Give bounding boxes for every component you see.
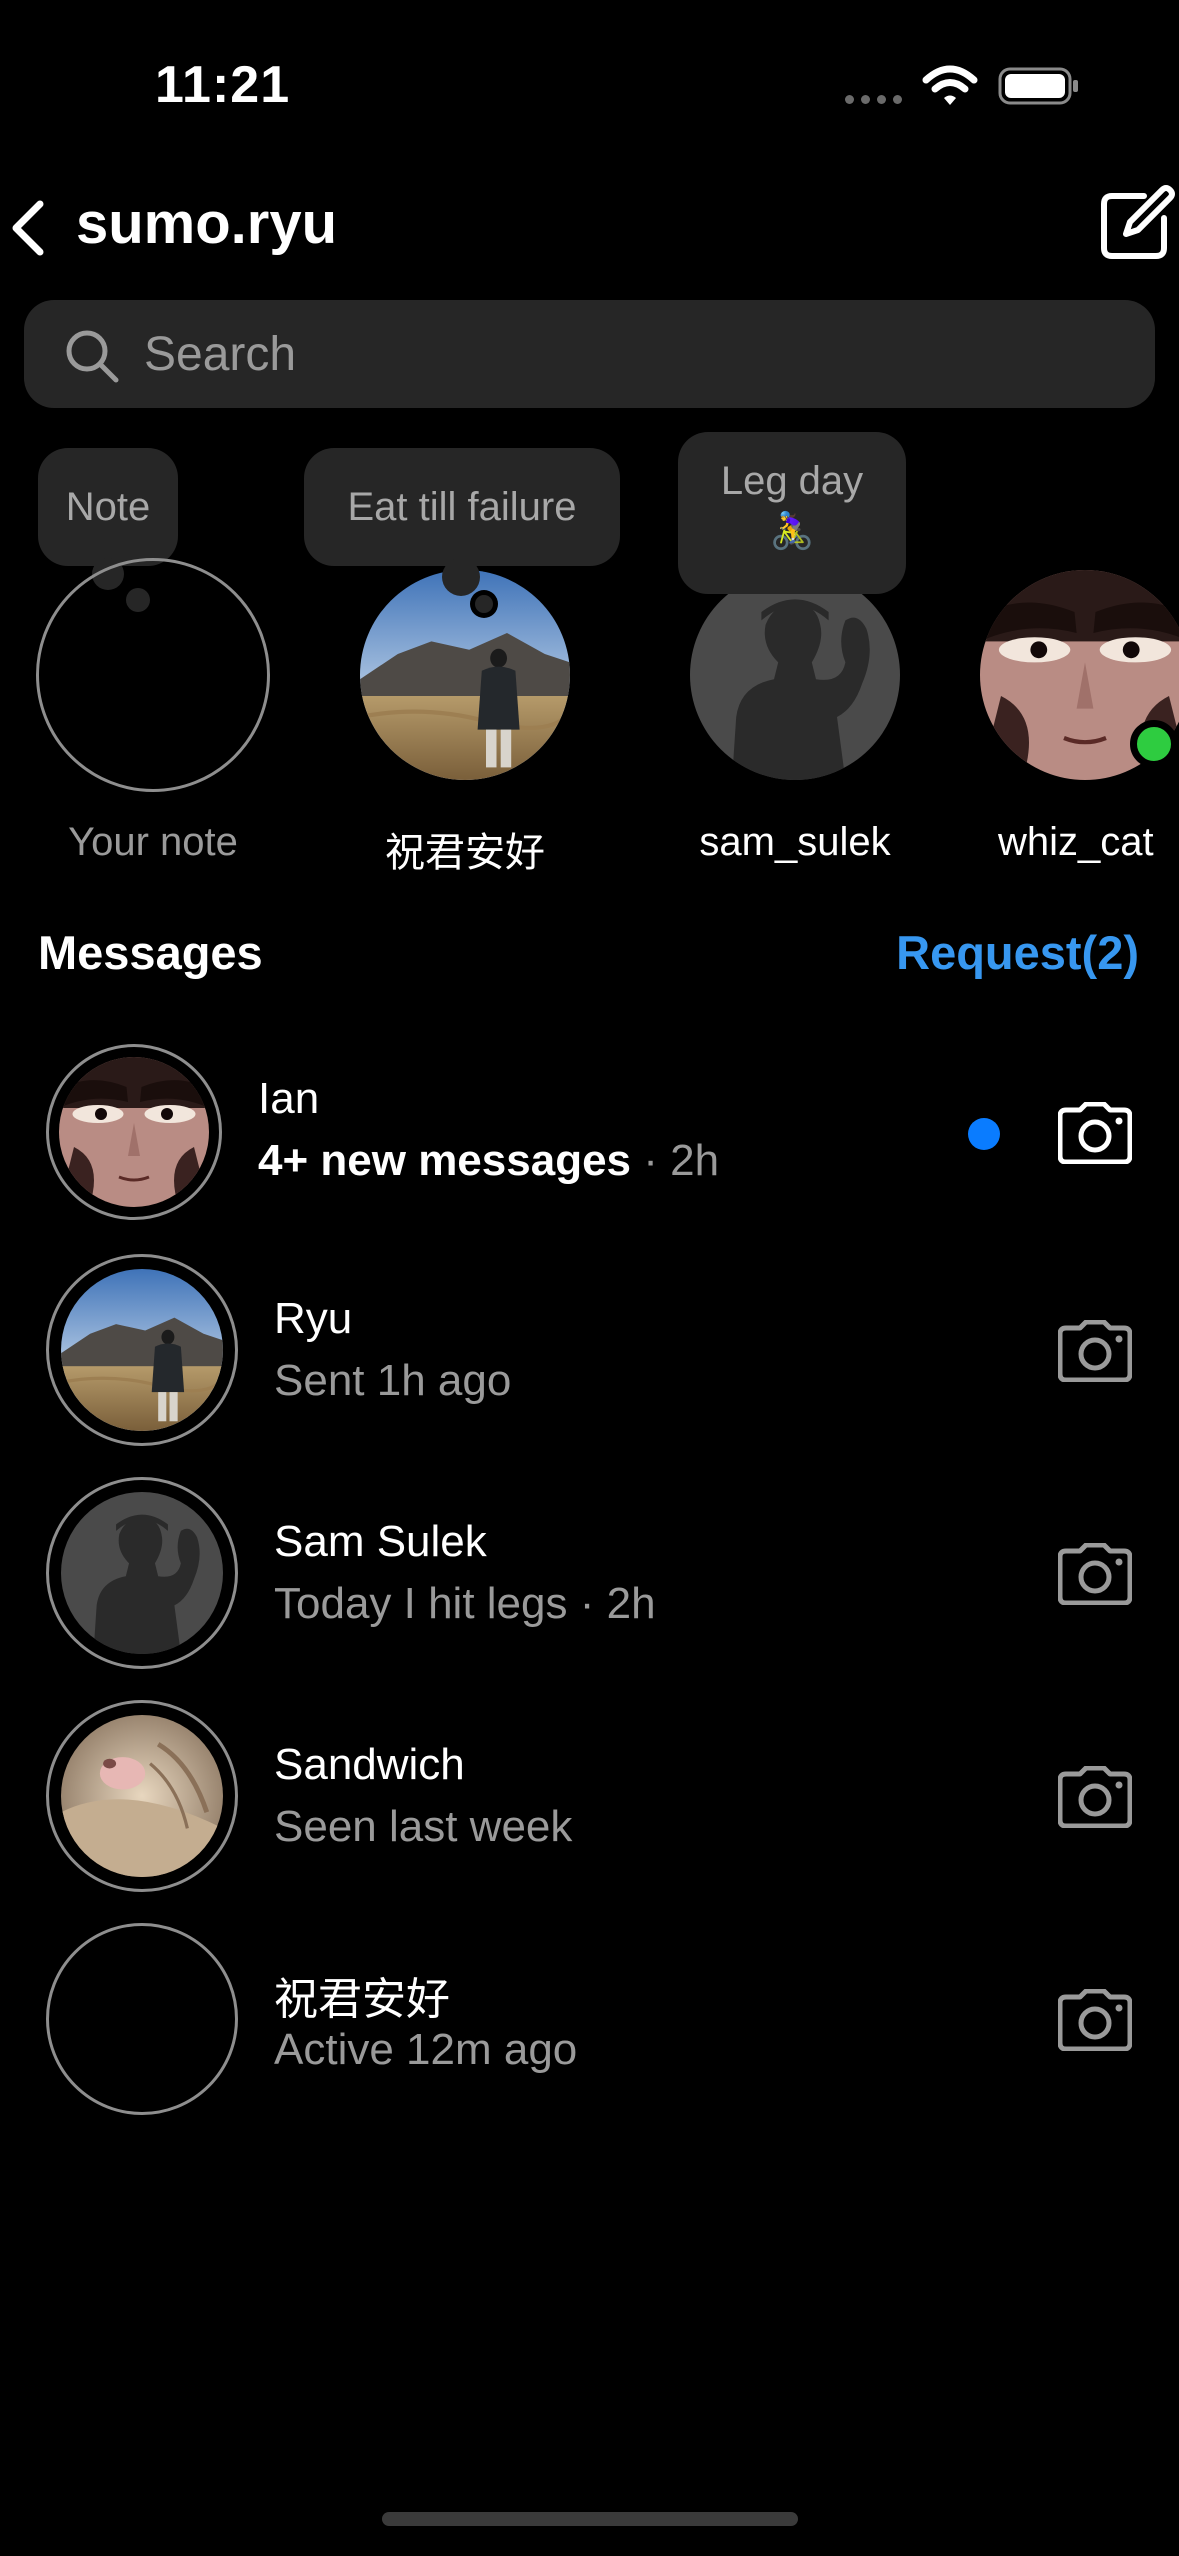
thread-row[interactable]: 祝君安好 Active 12m ago bbox=[0, 1913, 1179, 2135]
note-user-1[interactable]: Eat till failure 祝君安好 bbox=[300, 430, 630, 880]
thread-subtitle-text: Seen last week bbox=[274, 1802, 573, 1851]
thread-time: 2h bbox=[670, 1136, 720, 1185]
home-indicator bbox=[382, 2512, 798, 2526]
avatar-ring bbox=[46, 1923, 238, 2115]
note-your-note[interactable]: Note Your note bbox=[0, 430, 300, 880]
thread-subtitle: Today I hit legs · 2h bbox=[274, 1579, 656, 1628]
header: sumo.ryu bbox=[0, 170, 1179, 290]
thread-name: Sam Sulek bbox=[274, 1517, 487, 1566]
thread-subtitle: 4+ new messages · 2h bbox=[258, 1136, 720, 1185]
thread-name: Sandwich bbox=[274, 1740, 465, 1789]
thread-row[interactable]: Ryu Sent 1h ago bbox=[0, 1244, 1179, 1466]
search-input[interactable] bbox=[144, 320, 1044, 388]
note-bubble-text: Eat till failure bbox=[347, 485, 577, 529]
cellular-signal-icon bbox=[845, 95, 905, 105]
search-icon bbox=[66, 330, 119, 383]
search-bar[interactable] bbox=[24, 300, 1155, 408]
avatar-ring bbox=[46, 1044, 222, 1220]
thread-name: 祝君安好 bbox=[274, 1975, 450, 2024]
note-label: 祝君安好 bbox=[385, 831, 545, 875]
camera-icon[interactable] bbox=[1058, 1766, 1132, 1828]
note-user-2[interactable]: Leg day 🚴‍♀️ sam_sulek bbox=[640, 430, 950, 880]
thread-time: 2h bbox=[606, 1579, 656, 1628]
avatar bbox=[61, 1492, 223, 1654]
thread-subtitle: Seen last week bbox=[274, 1802, 572, 1852]
avatar-ring bbox=[46, 1477, 238, 1669]
thread-subtitle-text: Active 12m ago bbox=[274, 2025, 578, 2074]
compose-icon[interactable] bbox=[1098, 182, 1176, 262]
note-user-3[interactable]: whiz_cat bbox=[960, 430, 1179, 880]
avatar bbox=[59, 1057, 209, 1207]
note-label: sam_sulek bbox=[699, 820, 891, 864]
camera-icon[interactable] bbox=[1058, 1543, 1132, 1605]
requests-link[interactable]: Request(2) bbox=[896, 925, 1139, 980]
avatar-ring bbox=[46, 1700, 238, 1892]
battery-icon bbox=[998, 67, 1078, 105]
avatar[interactable] bbox=[36, 558, 270, 792]
unread-dot bbox=[968, 1118, 1000, 1150]
status-time: 11:21 bbox=[155, 56, 291, 114]
note-label: Your note bbox=[68, 820, 238, 864]
wifi-icon bbox=[922, 65, 978, 105]
status-bar: 11:21 bbox=[0, 0, 1179, 170]
thread-row[interactable]: Sandwich Seen last week bbox=[0, 1690, 1179, 1912]
note-bubble[interactable]: Note bbox=[38, 448, 178, 566]
thread-subtitle-text: Sent 1h ago bbox=[274, 1356, 512, 1405]
avatar bbox=[61, 1715, 223, 1877]
avatar bbox=[61, 1269, 223, 1431]
note-label: whiz_cat bbox=[998, 820, 1154, 864]
note-bubble-emoji: 🚴‍♀️ bbox=[769, 510, 815, 551]
thread-row[interactable]: Ian 4+ new messages · 2h bbox=[0, 1022, 1179, 1244]
note-bubble-text: Leg day bbox=[720, 459, 864, 503]
camera-icon[interactable] bbox=[1058, 1320, 1132, 1382]
thread-subtitle-text: 4+ new messages bbox=[258, 1136, 632, 1185]
thread-subtitle-text: Today I hit legs bbox=[274, 1579, 568, 1628]
thread-name: Ian bbox=[258, 1074, 320, 1123]
chevron-left-icon[interactable] bbox=[4, 188, 58, 268]
page-title[interactable]: sumo.ryu bbox=[76, 190, 337, 257]
thread-row[interactable]: Sam Sulek Today I hit legs · 2h bbox=[0, 1467, 1179, 1689]
messages-heading: Messages bbox=[38, 926, 263, 979]
thread-name: Ryu bbox=[274, 1294, 353, 1343]
thread-subtitle: Sent 1h ago bbox=[274, 1356, 511, 1406]
avatar-ring bbox=[46, 1254, 238, 1446]
note-bubble[interactable]: Leg day 🚴‍♀️ bbox=[678, 432, 906, 594]
camera-icon[interactable] bbox=[1058, 1102, 1132, 1164]
avatar[interactable] bbox=[690, 570, 900, 780]
note-bubble-text: Note bbox=[65, 485, 151, 529]
note-bubble[interactable]: Eat till failure bbox=[304, 448, 620, 566]
avatar[interactable] bbox=[360, 570, 570, 780]
thread-subtitle: Active 12m ago bbox=[274, 2025, 577, 2075]
online-status-dot bbox=[1130, 720, 1178, 768]
camera-icon[interactable] bbox=[1058, 1989, 1132, 2051]
